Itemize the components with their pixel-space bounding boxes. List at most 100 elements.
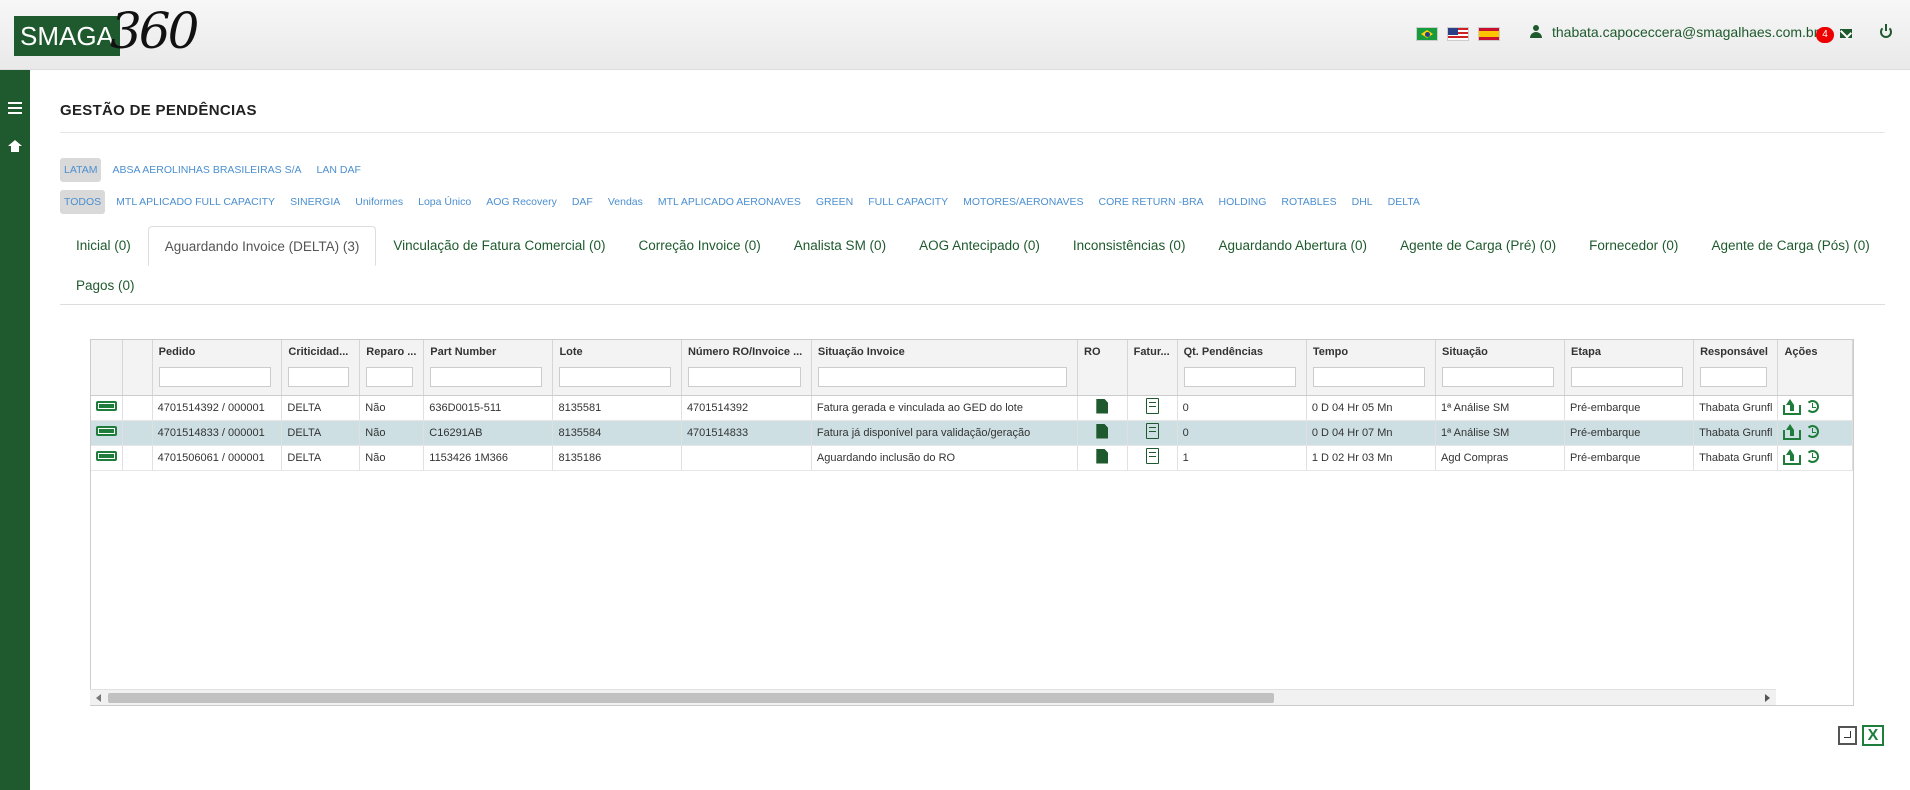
status-tabs: Inicial (0) Aguardando Invoice (DELTA) (… bbox=[60, 226, 1885, 305]
category-filter[interactable]: MOTORES/AERONAVES bbox=[959, 190, 1087, 214]
invoice-document-icon[interactable] bbox=[1145, 448, 1159, 464]
ro-document-icon[interactable] bbox=[1096, 398, 1109, 414]
column-header[interactable]: Situação Invoice bbox=[811, 340, 1079, 396]
tab-inicial[interactable]: Inicial (0) bbox=[60, 226, 147, 266]
usa-flag-icon[interactable] bbox=[1447, 27, 1469, 41]
category-filter[interactable]: Uniformes bbox=[351, 190, 407, 214]
category-filter[interactable]: Vendas bbox=[604, 190, 647, 214]
filter-input[interactable] bbox=[1700, 367, 1768, 387]
filter-input[interactable] bbox=[817, 367, 1068, 387]
filter-input[interactable] bbox=[559, 367, 671, 387]
scrollbar-thumb[interactable] bbox=[108, 693, 1274, 703]
column-header[interactable]: Fatur... bbox=[1127, 340, 1178, 396]
status-battery-icon bbox=[96, 401, 117, 411]
filter-input[interactable] bbox=[288, 367, 350, 387]
tab-agente-carga-pos[interactable]: Agente de Carga (Pós) (0) bbox=[1695, 226, 1885, 266]
category-filter[interactable]: MTL APLICADO FULL CAPACITY bbox=[112, 190, 279, 214]
home-icon[interactable] bbox=[8, 140, 22, 152]
envelope-icon[interactable] bbox=[1840, 29, 1852, 38]
tab-aguardando-invoice[interactable]: Aguardando Invoice (DELTA) (3) bbox=[147, 226, 377, 266]
upload-icon[interactable] bbox=[1783, 424, 1802, 440]
export-report-icon[interactable] bbox=[1838, 726, 1857, 745]
logo-text: SMAGA bbox=[14, 16, 120, 56]
column-header[interactable]: Etapa bbox=[1564, 340, 1695, 396]
history-icon[interactable] bbox=[1806, 425, 1820, 438]
category-filter[interactable]: DAF bbox=[568, 190, 597, 214]
column-header[interactable]: Tempo bbox=[1306, 340, 1437, 396]
company-filter-latam[interactable]: LATAM bbox=[60, 158, 102, 182]
column-header[interactable]: Número RO/Invoice ... bbox=[681, 340, 812, 396]
category-filter[interactable]: AOG Recovery bbox=[482, 190, 561, 214]
filter-input[interactable] bbox=[366, 367, 414, 387]
invoice-document-icon[interactable] bbox=[1145, 398, 1159, 414]
tab-pagos[interactable]: Pagos (0) bbox=[60, 266, 151, 304]
tab-analista-sm[interactable]: Analista SM (0) bbox=[778, 226, 902, 266]
category-filter[interactable]: FULL CAPACITY bbox=[864, 190, 952, 214]
scroll-left-arrow-icon[interactable] bbox=[96, 694, 101, 702]
history-icon[interactable] bbox=[1806, 400, 1820, 413]
filter-input[interactable] bbox=[158, 367, 272, 387]
notification-badge[interactable]: 4 bbox=[1816, 27, 1834, 43]
table-row[interactable]: 4701514392 / 000001 DELTA Não 636D0015-5… bbox=[91, 395, 1853, 421]
category-filter[interactable]: GREEN bbox=[812, 190, 857, 214]
column-header[interactable]: RO bbox=[1077, 340, 1128, 396]
category-filter[interactable]: Lopa Único bbox=[414, 190, 475, 214]
column-header[interactable]: Pedido bbox=[152, 340, 283, 396]
column-header[interactable]: Reparo ... bbox=[359, 340, 425, 396]
column-header[interactable]: Responsável bbox=[1693, 340, 1779, 396]
category-filter[interactable]: DELTA bbox=[1384, 190, 1424, 214]
filter-input[interactable] bbox=[1312, 367, 1426, 387]
sidebar bbox=[0, 70, 30, 790]
tab-fornecedor[interactable]: Fornecedor (0) bbox=[1573, 226, 1694, 266]
column-header[interactable]: Part Number bbox=[423, 340, 554, 396]
cell-tempo: 1 D 02 Hr 03 Mn bbox=[1306, 445, 1437, 471]
filter-input[interactable] bbox=[687, 367, 801, 387]
tab-inconsistencias[interactable]: Inconsistências (0) bbox=[1057, 226, 1202, 266]
cell-part-number: 1153426 1M366 bbox=[423, 445, 554, 471]
filter-input[interactable] bbox=[1442, 367, 1555, 387]
cell-qt-pendencias: 0 bbox=[1177, 395, 1307, 421]
excel-export-icon[interactable]: X bbox=[1862, 725, 1884, 746]
column-header[interactable]: Situação bbox=[1435, 340, 1566, 396]
category-filter[interactable]: CORE RETURN -BRA bbox=[1095, 190, 1208, 214]
category-filter[interactable]: HOLDING bbox=[1215, 190, 1271, 214]
tab-agente-carga-pre[interactable]: Agente de Carga (Pré) (0) bbox=[1384, 226, 1572, 266]
power-icon[interactable] bbox=[1880, 24, 1892, 38]
category-filter[interactable]: MTL APLICADO AERONAVES bbox=[654, 190, 805, 214]
user-email[interactable]: thabata.capoceccera@smagalhaes.com.br bbox=[1552, 24, 1818, 40]
category-filter[interactable]: DHL bbox=[1348, 190, 1377, 214]
filter-input[interactable] bbox=[1183, 367, 1296, 387]
table-row[interactable]: 4701506061 / 000001 DELTA Não 1153426 1M… bbox=[91, 445, 1853, 471]
top-bar: SMAGA 360 thabata.capoceccera@smagalhaes… bbox=[0, 0, 1910, 70]
category-filter-todos[interactable]: TODOS bbox=[60, 190, 106, 214]
cell-part-number: 636D0015-511 bbox=[423, 395, 554, 421]
column-header[interactable]: Qt. Pendências bbox=[1177, 340, 1307, 396]
company-filter-absa[interactable]: ABSA AEROLINHAS BRASILEIRAS S/A bbox=[108, 158, 305, 182]
upload-icon[interactable] bbox=[1783, 449, 1802, 465]
horizontal-scrollbar[interactable] bbox=[90, 689, 1776, 705]
upload-icon[interactable] bbox=[1783, 399, 1802, 415]
category-filter[interactable]: ROTABLES bbox=[1277, 190, 1340, 214]
history-icon[interactable] bbox=[1806, 450, 1820, 463]
user-menu[interactable]: thabata.capoceccera@smagalhaes.com.br bbox=[1530, 24, 1818, 40]
filter-input[interactable] bbox=[430, 367, 543, 387]
brazil-flag-icon[interactable] bbox=[1416, 27, 1438, 41]
table-row-selected[interactable]: 4701514833 / 000001 DELTA Não C16291AB 8… bbox=[91, 420, 1853, 446]
filter-input[interactable] bbox=[1571, 367, 1684, 387]
category-filter[interactable]: SINERGIA bbox=[286, 190, 344, 214]
list-icon[interactable] bbox=[8, 102, 22, 114]
cell-lote: 8135584 bbox=[552, 420, 682, 446]
tab-correcao-invoice[interactable]: Correção Invoice (0) bbox=[622, 226, 776, 266]
column-header[interactable]: Lote bbox=[552, 340, 682, 396]
tab-vinculacao-fatura[interactable]: Vinculação de Fatura Comercial (0) bbox=[377, 226, 621, 266]
spain-flag-icon[interactable] bbox=[1478, 27, 1500, 41]
company-filter-lan-daf[interactable]: LAN DAF bbox=[313, 158, 365, 182]
tab-aog-antecipado[interactable]: AOG Antecipado (0) bbox=[903, 226, 1056, 266]
scroll-right-arrow-icon[interactable] bbox=[1765, 694, 1770, 702]
ro-document-icon[interactable] bbox=[1096, 448, 1109, 464]
tab-aguardando-abertura[interactable]: Aguardando Abertura (0) bbox=[1202, 226, 1383, 266]
pendencias-table: Pedido Criticidad... Reparo ... Part Num… bbox=[91, 340, 1853, 471]
ro-document-icon[interactable] bbox=[1096, 423, 1109, 439]
column-header[interactable]: Criticidad... bbox=[281, 340, 361, 396]
invoice-document-icon[interactable] bbox=[1145, 423, 1159, 439]
